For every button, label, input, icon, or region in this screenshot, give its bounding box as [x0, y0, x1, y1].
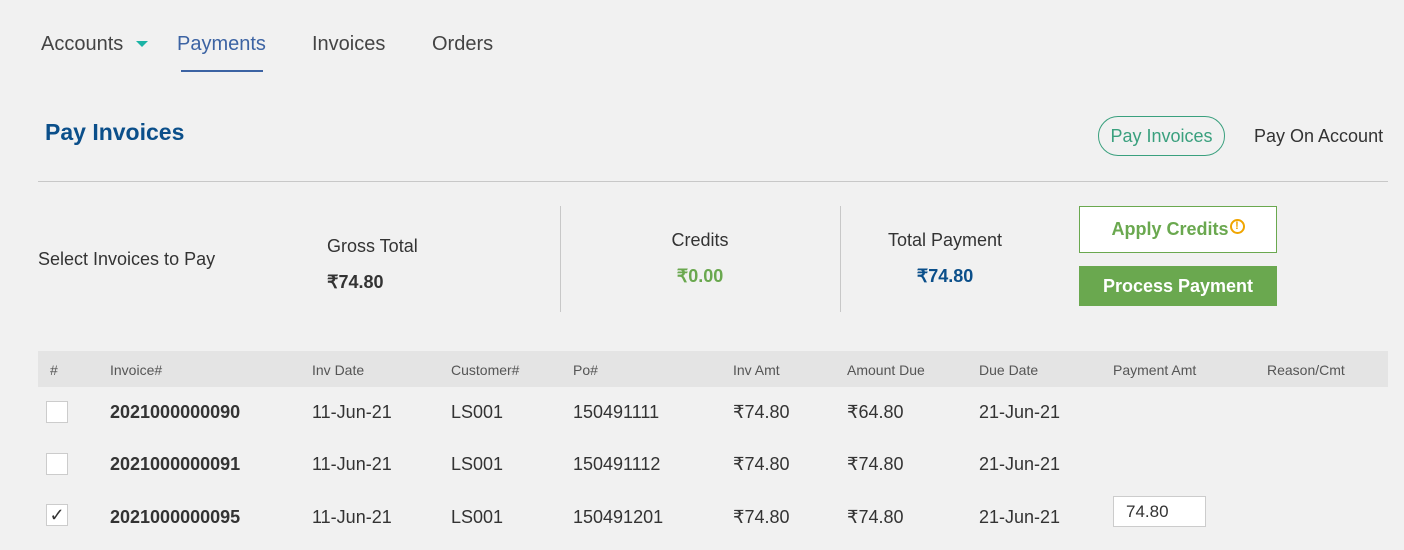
apply-credits-label: Apply Credits — [1111, 219, 1229, 239]
inv-amount: ₹74.80 — [733, 507, 790, 527]
table-row: ✓ 2021000000095 11-Jun-21 LS001 15049120… — [38, 494, 1388, 546]
column-header: Invoice# — [110, 362, 163, 378]
po-number: 150491201 — [573, 507, 664, 527]
amount-due: ₹64.80 — [847, 402, 904, 422]
gross-total-label: Gross Total — [327, 236, 418, 256]
inv-date: 11-Jun-21 — [312, 454, 392, 474]
po-number: 150491111 — [573, 402, 660, 422]
nav-payments[interactable]: Payments — [177, 32, 266, 56]
column-header: # — [50, 362, 58, 378]
table-row: 2021000000091 11-Jun-21 LS001 150491112 … — [38, 441, 1388, 493]
pay-invoices-toggle[interactable]: Pay Invoices — [1098, 116, 1225, 156]
apply-credits-button[interactable]: Apply Credits ! — [1079, 206, 1277, 253]
due-date: 21-Jun-21 — [979, 507, 1061, 527]
inv-amount: ₹74.80 — [733, 454, 790, 474]
credits-value: ₹0.00 — [676, 266, 724, 286]
caret-down-icon[interactable] — [136, 41, 148, 47]
nav-accounts[interactable]: Accounts — [41, 32, 123, 56]
gross-total-value: ₹74.80 — [327, 272, 384, 292]
po-number: 150491112 — [573, 454, 661, 474]
header-divider — [38, 181, 1388, 182]
column-header: Reason/Cmt — [1267, 362, 1345, 378]
process-payment-button[interactable]: Process Payment — [1079, 266, 1277, 306]
column-header: Amount Due — [847, 362, 925, 378]
customer-number: LS001 — [451, 454, 504, 474]
row-checkbox[interactable] — [46, 401, 68, 423]
top-nav: Accounts Payments Invoices Orders — [0, 0, 1404, 90]
summary-divider — [560, 206, 561, 312]
column-header: Due Date — [979, 362, 1039, 378]
invoice-number: 2021000000090 — [110, 402, 241, 422]
row-checkbox[interactable] — [46, 453, 68, 475]
row-checkbox-checked[interactable]: ✓ — [46, 504, 68, 526]
nav-active-underline — [181, 70, 263, 72]
column-header: Payment Amt — [1113, 362, 1197, 378]
inv-date: 11-Jun-21 — [312, 402, 392, 422]
due-date: 21-Jun-21 — [979, 454, 1061, 474]
amount-due: ₹74.80 — [847, 507, 904, 527]
inv-date: 11-Jun-21 — [312, 507, 392, 527]
payment-amount-input[interactable]: 74.80 — [1113, 496, 1206, 527]
total-payment-label: Total Payment — [887, 230, 1003, 250]
customer-number: LS001 — [451, 507, 504, 527]
table-row: 2021000000090 11-Jun-21 LS001 150491111 … — [38, 389, 1388, 441]
total-payment-value: ₹74.80 — [916, 266, 974, 286]
table-header: # Invoice# Inv Date Customer# Po# Inv Am… — [38, 351, 1388, 387]
inv-amount: ₹74.80 — [733, 402, 790, 422]
column-header: Customer# — [451, 362, 520, 378]
amount-due: ₹74.80 — [847, 454, 904, 474]
pay-on-account-toggle[interactable]: Pay On Account — [1254, 126, 1383, 147]
column-header: Inv Amt — [733, 362, 780, 378]
due-date: 21-Jun-21 — [979, 402, 1061, 422]
select-invoices-label: Select Invoices to Pay — [38, 249, 216, 269]
column-header: Inv Date — [312, 362, 365, 378]
invoice-number: 2021000000095 — [110, 507, 241, 527]
warning-circle-icon: ! — [1229, 219, 1245, 234]
customer-number: LS001 — [451, 402, 504, 422]
nav-invoices[interactable]: Invoices — [312, 32, 385, 56]
credits-label: Credits — [671, 230, 729, 250]
column-header: Po# — [573, 362, 598, 378]
nav-orders[interactable]: Orders — [432, 32, 493, 56]
summary-divider — [840, 206, 841, 312]
invoice-number: 2021000000091 — [110, 454, 241, 474]
page-title: Pay Invoices — [45, 119, 185, 145]
